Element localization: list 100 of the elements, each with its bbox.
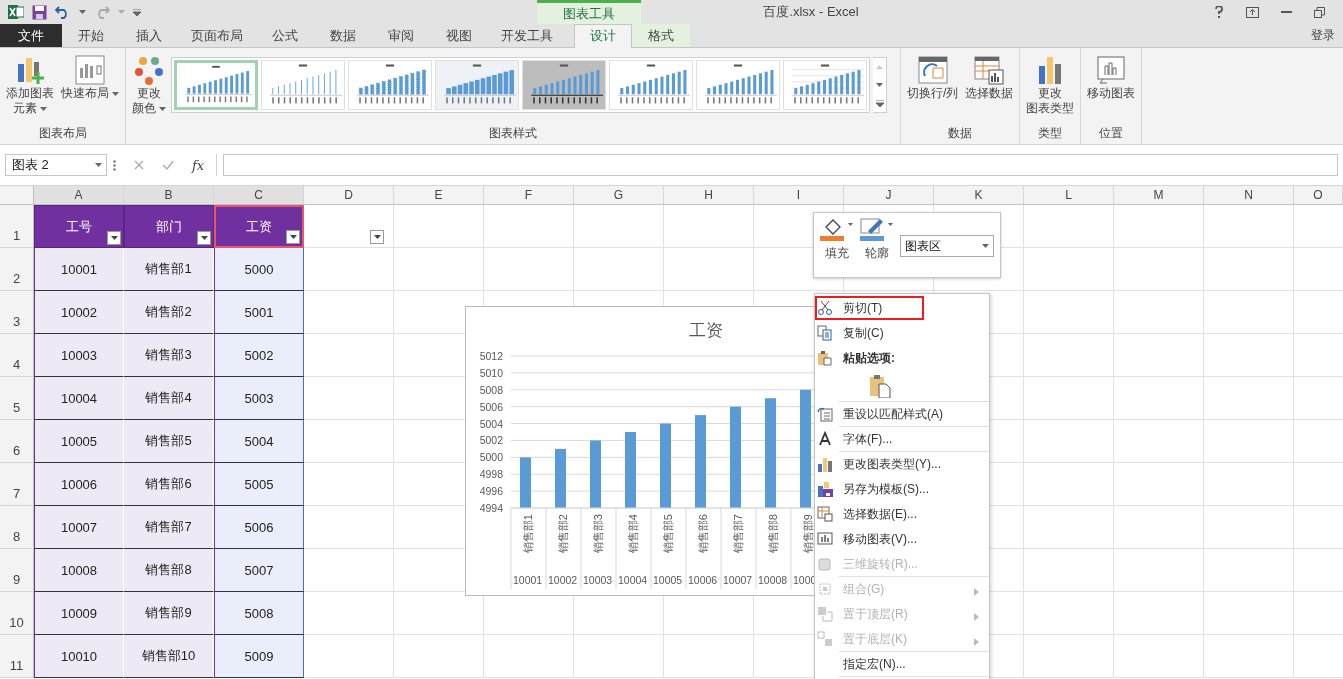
insert-function-button[interactable]: fx [192, 157, 205, 173]
cube-icon [817, 556, 833, 572]
chart-style-thumbnail[interactable] [261, 60, 345, 110]
ribbon-button[interactable]: 更改 图表类型 [1024, 52, 1077, 118]
row-header[interactable]: 5 [0, 377, 34, 420]
column-header[interactable]: J [844, 186, 934, 205]
header-text: 工资 [246, 217, 272, 236]
save-icon[interactable] [32, 4, 47, 20]
filter-button[interactable] [370, 230, 384, 244]
ribbon-tab[interactable]: 开始 [62, 24, 120, 47]
column-header[interactable]: E [394, 186, 484, 205]
row-header[interactable]: 11 [0, 635, 34, 678]
menu-item[interactable]: 字体(F)... [815, 427, 989, 451]
save-template-icon [817, 481, 833, 497]
outline-button[interactable]: 轮廓 [860, 217, 894, 262]
chart-style-thumbnail[interactable] [783, 60, 867, 110]
name-box[interactable]: 图表 2 [5, 154, 107, 176]
column-header[interactable]: N [1204, 186, 1294, 205]
table-cell: 销售部8 [124, 549, 214, 592]
menu-item[interactable]: 选择数据(E)... [815, 502, 989, 526]
switch-row-column-icon [916, 54, 949, 86]
filter-button[interactable] [107, 231, 121, 245]
header-cell[interactable]: 工号 [34, 205, 124, 248]
row-header[interactable]: 2 [0, 248, 34, 291]
more-options-icon[interactable] [113, 159, 116, 171]
menu-item[interactable]: 复制(C) [815, 321, 989, 345]
help-icon[interactable] [1214, 6, 1224, 18]
column-header[interactable]: C [214, 186, 304, 205]
ribbon-tab[interactable]: 设计 [574, 24, 632, 48]
header-cell[interactable]: 部门 [124, 205, 214, 248]
chart-style-thumbnail[interactable] [435, 60, 519, 110]
ribbon-display-icon[interactable] [1246, 6, 1259, 18]
filter-button[interactable] [197, 231, 211, 245]
menu-item[interactable]: 重设以匹配样式(A) [815, 402, 989, 426]
ribbon-tab[interactable]: 开发工具 [488, 24, 566, 47]
column-header[interactable]: L [1024, 186, 1114, 205]
menu-item[interactable]: 粘贴选项: [815, 346, 989, 370]
column-header[interactable]: A [34, 186, 124, 205]
ribbon-tab[interactable]: 审阅 [372, 24, 430, 47]
column-header[interactable]: D [304, 186, 394, 205]
menu-item[interactable]: 指定宏(N)... [815, 652, 989, 676]
menu-item[interactable]: 更改图表类型(Y)... [815, 452, 989, 476]
column-header[interactable]: H [664, 186, 754, 205]
ribbon-tab[interactable]: 视图 [430, 24, 488, 47]
row-header[interactable]: 4 [0, 334, 34, 377]
gallery-more-icon[interactable] [875, 99, 884, 107]
ribbon-tab[interactable]: 插入 [120, 24, 178, 47]
filter-button[interactable] [286, 230, 300, 244]
chart-element-dropdown[interactable]: 图表区 [900, 235, 994, 257]
row-header[interactable]: 9 [0, 549, 34, 592]
ribbon-button[interactable]: 移动图表 [1085, 52, 1138, 103]
row-header[interactable]: 8 [0, 506, 34, 549]
minimize-icon[interactable] [1281, 10, 1292, 14]
header-cell[interactable]: 工资 [214, 205, 304, 248]
column-header[interactable]: F [484, 186, 574, 205]
ribbon-tab[interactable]: 公式 [256, 24, 314, 47]
column-header[interactable]: O [1294, 186, 1343, 205]
restore-icon[interactable] [1314, 6, 1325, 18]
menu-item[interactable]: 另存为模板(S)... [815, 477, 989, 501]
ribbon-tab[interactable]: 页面布局 [178, 24, 256, 47]
menu-item[interactable]: 移动图表(V)... [815, 527, 989, 551]
row-header[interactable]: 1 [0, 205, 34, 248]
chart-style-thumbnail[interactable] [609, 60, 693, 110]
ribbon-tab[interactable]: 格式 [632, 24, 690, 47]
column-header[interactable]: I [754, 186, 844, 205]
column-header[interactable]: B [124, 186, 214, 205]
group-icon [817, 581, 833, 597]
row-header[interactable]: 3 [0, 291, 34, 334]
ribbon-button[interactable]: 添加图表 元素 [4, 52, 56, 118]
chart-style-thumbnail[interactable] [522, 60, 606, 110]
header-text: 部门 [156, 217, 182, 236]
fill-button[interactable]: 填充 [820, 217, 854, 262]
column-header[interactable]: G [574, 186, 664, 205]
category-label: 销售部8 [767, 514, 779, 554]
column-header[interactable]: K [934, 186, 1024, 205]
customize-caret-icon[interactable] [133, 8, 141, 16]
excel-logo-icon[interactable] [8, 4, 24, 20]
ribbon-tab[interactable]: 文件 [0, 24, 62, 47]
menu-item[interactable]: 剪切(T) [815, 296, 989, 320]
chart-style-thumbnail[interactable] [348, 60, 432, 110]
table-cell: 10001 [34, 248, 124, 291]
row-header[interactable]: 7 [0, 463, 34, 506]
sign-in-link[interactable]: 登录 [1303, 24, 1343, 47]
scroll-down-icon [876, 83, 883, 87]
ribbon-button[interactable]: 切换行/列 [905, 52, 961, 103]
ribbon-button[interactable]: 更改 颜色 [130, 52, 168, 118]
checkmark-icon[interactable] [162, 160, 174, 170]
row-header[interactable]: 6 [0, 420, 34, 463]
close-icon[interactable] [134, 160, 144, 170]
formula-input[interactable] [223, 154, 1338, 176]
chart-style-thumbnail[interactable] [174, 60, 258, 110]
category-label: 销售部7 [732, 514, 744, 554]
ribbon-tab[interactable]: 数据 [314, 24, 372, 47]
row-header[interactable]: 10 [0, 592, 34, 635]
copy-icon [817, 325, 833, 341]
ribbon-button[interactable]: 选择数据 [963, 52, 1016, 103]
ribbon-button[interactable]: 快速布局 [59, 52, 121, 103]
column-header[interactable]: M [1114, 186, 1204, 205]
chart-style-thumbnail[interactable] [696, 60, 780, 110]
id-label: 10007 [723, 574, 753, 586]
